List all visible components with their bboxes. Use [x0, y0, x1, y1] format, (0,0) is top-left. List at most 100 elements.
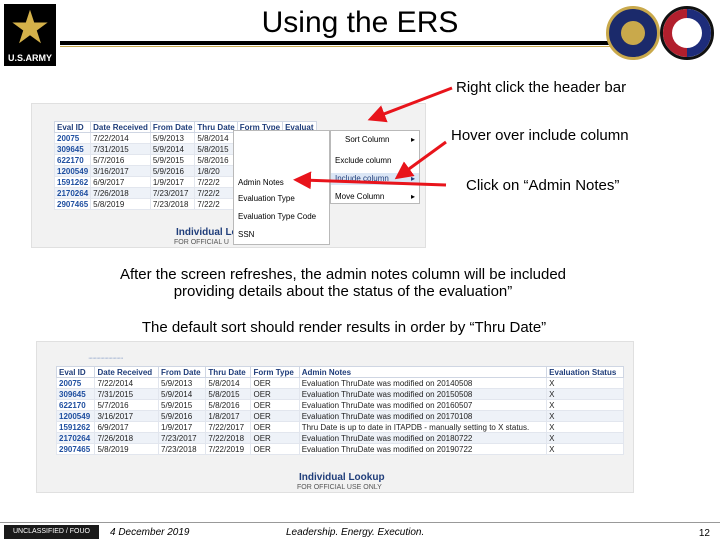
- department-seal-icon: [606, 6, 660, 60]
- table-cell: 7/23/2018: [157, 443, 207, 455]
- table-cell: X: [546, 432, 624, 444]
- table-cell: 7/22/2018: [205, 432, 252, 444]
- page-number: 12: [698, 528, 710, 539]
- table-cell: 7/22/2: [194, 198, 238, 210]
- table-cell: X: [546, 388, 624, 400]
- table-cell: 5/8/2019: [94, 443, 159, 455]
- menu-item-exclude-column[interactable]: Exclude column: [331, 155, 419, 167]
- table-row[interactable]: 20075 7/22/2014 5/9/2013 5/8/2014 OER Evaluat…: [55, 377, 624, 389]
- table-cell: OER: [250, 377, 300, 389]
- table-cell: 5/9/2016: [149, 165, 196, 177]
- eval-id-link[interactable]: 309645: [55, 388, 96, 400]
- footer-date: 4 December 2019: [110, 527, 190, 538]
- table-cell: OER: [250, 410, 300, 422]
- eval-id-link[interactable]: 1200549: [53, 165, 92, 177]
- table-cell: 6/9/2017: [90, 176, 151, 188]
- table-cell: 7/23/2017: [149, 187, 196, 199]
- table-cell: 5/8/2015: [194, 143, 238, 155]
- bottom-header-cell[interactable]: Admin Notes: [298, 366, 548, 378]
- top-header-cell[interactable]: From Date: [149, 121, 196, 133]
- annotation-step1: Right click the header bar: [456, 79, 627, 96]
- table-cell: 7/23/2017: [157, 432, 207, 444]
- top-header-cell[interactable]: Date Received: [90, 121, 151, 133]
- eval-id-link[interactable]: 1200549: [55, 410, 96, 422]
- table-cell: X: [546, 377, 624, 389]
- table-row[interactable]: 2170264 7/26/2018 7/23/2017 7/22/2018 OER Eva…: [55, 432, 624, 444]
- lookup-sub-top: FOR OFFICIAL U: [174, 239, 229, 246]
- footer-motto: Leadership. Energy. Execution.: [286, 527, 425, 538]
- menu-item-evaluation-type[interactable]: Evaluation Type: [234, 193, 330, 205]
- eval-id-link[interactable]: 2170264: [53, 187, 92, 199]
- column-chooser-menu: Admin Notes Evaluation Type Evaluation T…: [233, 130, 330, 245]
- table-cell: 6/9/2017: [94, 421, 159, 433]
- table-cell: Evaluation ThruDate was modified on 2016…: [298, 399, 548, 411]
- table-cell: Thru Date is up to date in ITAPDB - manu…: [298, 421, 548, 433]
- table-cell: X: [546, 421, 624, 433]
- bottom-header-cell[interactable]: Eval ID: [55, 366, 96, 378]
- paragraph-refresh-line1: After the screen refreshes, the admin no…: [119, 266, 567, 283]
- menu-item-sort-column[interactable]: Sort Column ▸: [331, 134, 419, 146]
- top-header-cell[interactable]: Eval ID: [53, 121, 92, 133]
- eval-id-link[interactable]: 1591262: [53, 176, 92, 188]
- bottom-header-cell[interactable]: Evaluation Status: [546, 366, 624, 378]
- table-cell: 1/8/20: [194, 165, 238, 177]
- menu-item-evaluation-type-code[interactable]: Evaluation Type Code: [234, 211, 330, 223]
- title-divider-accent: [60, 46, 612, 47]
- eval-id-link[interactable]: 2170264: [55, 432, 96, 444]
- eval-id-link[interactable]: 20075: [55, 377, 96, 389]
- menu-item-include-column[interactable]: Include column ▸: [331, 173, 419, 185]
- bottom-header-cell[interactable]: Thru Date: [205, 366, 252, 378]
- table-cell: 5/8/2015: [205, 388, 252, 400]
- table-cell: X: [546, 399, 624, 411]
- table-cell: OER: [250, 399, 300, 411]
- menu-item-admin-notes[interactable]: Admin Notes: [234, 177, 330, 189]
- table-cell: 3/16/2017: [90, 165, 151, 177]
- table-cell: OER: [250, 388, 300, 400]
- table-cell: 5/8/2016: [194, 154, 238, 166]
- table-cell: 7/22/2019: [205, 443, 252, 455]
- table-cell: 5/9/2015: [157, 399, 207, 411]
- top-header-cell[interactable]: Thru Date: [194, 121, 238, 133]
- eval-id-link[interactable]: 2907465: [53, 198, 92, 210]
- table-cell: 5/9/2013: [157, 377, 207, 389]
- eval-id-link[interactable]: 2907465: [55, 443, 96, 455]
- bottom-header-cell[interactable]: From Date: [157, 366, 207, 378]
- chevron-right-icon: ▸: [410, 174, 415, 183]
- footer-divider: [0, 522, 720, 523]
- paragraph-refresh-line2: providing details about the status of th…: [173, 283, 513, 300]
- eval-id-link[interactable]: 622170: [55, 399, 96, 411]
- header-context-menu: Sort Column ▸ Exclude column Include colu…: [330, 130, 420, 204]
- classification-badge: UNCLASSIFIED / FOUO: [4, 525, 99, 539]
- bottom-header-cell[interactable]: Date Received: [94, 366, 159, 378]
- menu-item-ssn[interactable]: SSN: [234, 229, 330, 241]
- eval-id-link[interactable]: 1591262: [55, 421, 96, 433]
- lookup-title-top: Individual Lo: [176, 227, 238, 238]
- table-cell: 7/22/2: [194, 176, 238, 188]
- table-cell: 7/31/2015: [94, 388, 159, 400]
- table-row[interactable]: 2907465 5/8/2019 7/23/2018 7/22/2019 OER Eval…: [55, 443, 624, 455]
- table-row[interactable]: 622170 5/7/2016 5/9/2015 5/8/2016 OER Evaluat…: [55, 399, 624, 411]
- table-toolbar-dots: ··························: [88, 355, 124, 362]
- title-divider: [60, 41, 612, 45]
- army-logo-text: U.S.ARMY: [4, 51, 56, 65]
- table-cell: OER: [250, 432, 300, 444]
- table-cell: 1/9/2017: [149, 176, 196, 188]
- eval-id-link[interactable]: 622170: [53, 154, 92, 166]
- eval-id-link[interactable]: 309645: [53, 143, 92, 155]
- eval-id-link[interactable]: 20075: [53, 132, 92, 144]
- table-cell: 5/8/2014: [205, 377, 252, 389]
- table-cell: 3/16/2017: [94, 410, 159, 422]
- chevron-right-icon: ▸: [410, 135, 415, 144]
- table-cell: Evaluation ThruDate was modified on 2019…: [298, 443, 548, 455]
- table-row[interactable]: 309645 7/31/2015 5/9/2014 5/8/2015 OER Evalua…: [55, 388, 624, 400]
- bottom-header-cell[interactable]: Form Type: [250, 366, 300, 378]
- table-cell: 5/9/2016: [157, 410, 207, 422]
- table-cell: 7/22/2017: [205, 421, 252, 433]
- table-row[interactable]: 1591262 6/9/2017 1/9/2017 7/22/2017 OER Thru …: [55, 421, 624, 433]
- table-cell: OER: [250, 443, 300, 455]
- table-cell: 5/9/2014: [157, 388, 207, 400]
- table-cell: 5/9/2013: [149, 132, 196, 144]
- table-cell: Evaluation ThruDate was modified on 2018…: [298, 432, 548, 444]
- menu-item-move-column[interactable]: Move Column ▸: [331, 191, 419, 203]
- table-row[interactable]: 1200549 3/16/2017 5/9/2016 1/8/2017 OER Evalu…: [55, 410, 624, 422]
